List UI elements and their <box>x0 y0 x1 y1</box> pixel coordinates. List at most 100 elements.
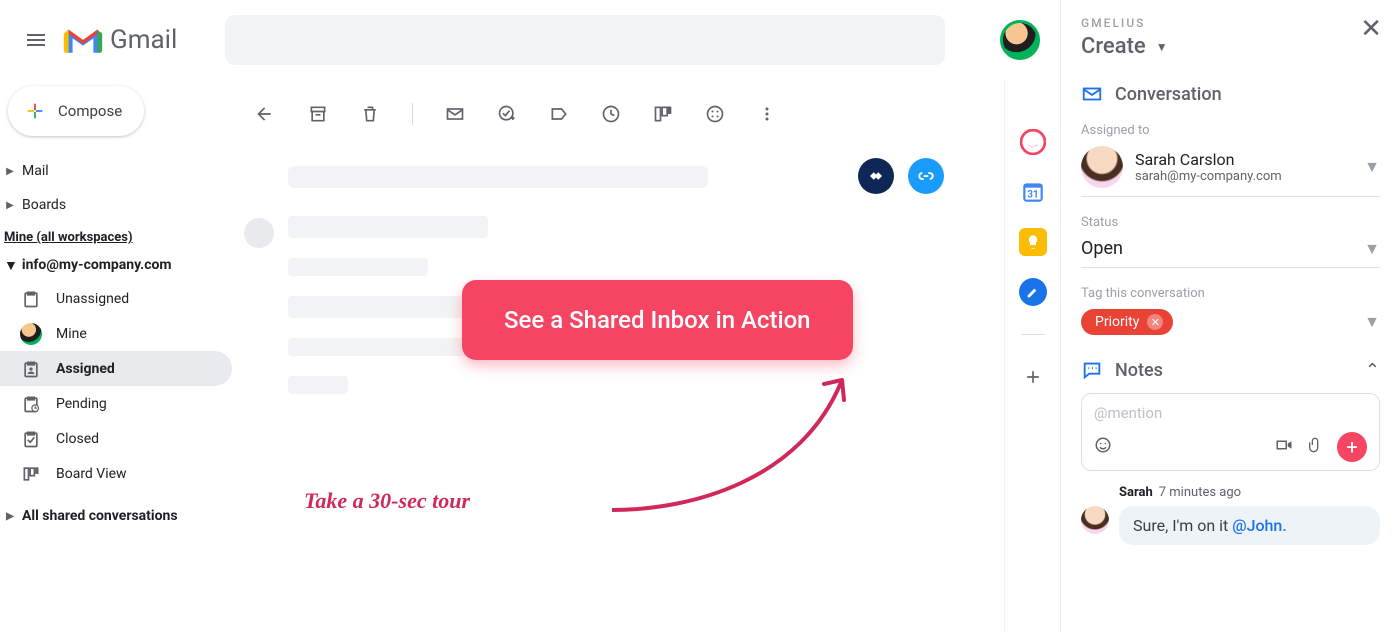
caret-down-icon: ▼ <box>1364 157 1380 177</box>
search-input[interactable] <box>225 15 945 65</box>
clipboard-check-icon <box>20 428 42 450</box>
plus-icon <box>1023 367 1043 387</box>
add-task-button[interactable] <box>495 102 519 126</box>
lightbulb-icon <box>1024 233 1042 251</box>
clipboard-clock-icon <box>20 393 42 415</box>
integration-chip-1[interactable] <box>858 158 894 194</box>
note-bubble: Sure, I'm on it @John. <box>1119 506 1380 545</box>
status-value: Open <box>1081 238 1123 259</box>
arrow-left-icon <box>254 104 274 124</box>
compose-plus-icon <box>24 100 46 122</box>
kanban-icon <box>653 104 673 124</box>
caret-down-icon: ▼ <box>1364 239 1380 259</box>
cta-button[interactable]: See a Shared Inbox in Action <box>462 280 853 360</box>
message-toolbar <box>232 90 1004 138</box>
palette-icon <box>705 104 725 124</box>
compose-label: Compose <box>58 102 122 120</box>
smile-icon <box>1094 436 1112 454</box>
tour-note: Take a 30-sec tour <box>304 488 470 514</box>
link-icon <box>917 167 935 185</box>
caret-down-icon: ▼ <box>1364 312 1380 332</box>
mark-unread-button[interactable] <box>443 102 467 126</box>
sidebar-item-assigned[interactable]: Assigned <box>0 351 232 386</box>
tag-remove-button[interactable]: ✕ <box>1147 314 1163 330</box>
assignee-dropdown[interactable]: Sarah Carslon sarah@my-company.com ▼ <box>1081 138 1380 197</box>
archive-icon <box>308 104 328 124</box>
snooze-button[interactable] <box>599 102 623 126</box>
main-menu-button[interactable] <box>16 20 56 60</box>
rail-keep[interactable] <box>1019 228 1047 256</box>
envelope-icon <box>445 104 465 124</box>
sidebar-item-unassigned[interactable]: Unassigned <box>0 281 232 316</box>
assignee-avatar <box>1081 146 1123 188</box>
board-button[interactable] <box>651 102 675 126</box>
envelope-icon <box>1081 83 1103 105</box>
tag-dropdown[interactable]: Priority ✕ ▼ <box>1081 301 1380 343</box>
caret-down-icon: ▼ <box>1156 40 1168 54</box>
rail-separator <box>1021 334 1045 335</box>
assigned-label: Assigned to <box>1081 123 1380 138</box>
label-icon <box>549 104 569 124</box>
more-button[interactable] <box>755 102 779 126</box>
rail-tasks[interactable] <box>1019 278 1047 306</box>
reactions-button[interactable] <box>703 102 727 126</box>
rail-add[interactable] <box>1019 363 1047 391</box>
video-button[interactable] <box>1275 436 1293 458</box>
sidebar-item-board-view[interactable]: Board View <box>0 456 232 491</box>
notes-placeholder: @mention <box>1094 404 1367 422</box>
gmelius-close-button[interactable]: ✕ <box>1360 16 1382 42</box>
clipboard-user-icon <box>20 358 42 380</box>
user-avatar-icon <box>20 323 42 345</box>
pencil-icon <box>1025 284 1041 300</box>
nav-all-shared[interactable]: ▶ All shared conversations <box>0 499 232 533</box>
notes-input[interactable]: @mention + <box>1081 393 1380 471</box>
gmelius-brand: GMELIUS <box>1081 16 1168 30</box>
gmail-logo[interactable]: Gmail <box>62 24 177 56</box>
calendar-icon: 31 <box>1020 179 1046 205</box>
cta-button-label: See a Shared Inbox in Action <box>504 306 811 334</box>
nav-mail[interactable]: ▶ Mail <box>0 154 232 188</box>
emoji-button[interactable] <box>1094 436 1112 458</box>
clock-icon <box>601 104 621 124</box>
rail-gmelius[interactable] <box>1019 128 1047 156</box>
nav-boards[interactable]: ▶ Boards <box>0 188 232 222</box>
gmelius-create-dropdown[interactable]: Create ▼ <box>1081 34 1168 59</box>
caret-right-icon: ▶ <box>4 166 16 177</box>
assignee-name: Sarah Carslon <box>1135 150 1282 169</box>
compose-button[interactable]: Compose <box>8 86 144 136</box>
sidebar-item-mine[interactable]: Mine <box>0 316 232 351</box>
note-mention[interactable]: @John. <box>1232 516 1287 535</box>
assignee-email: sarah@my-company.com <box>1135 169 1282 184</box>
gmail-wordmark: Gmail <box>110 25 177 55</box>
add-note-button[interactable]: + <box>1337 432 1367 462</box>
caret-down-icon: ▼ <box>4 257 18 274</box>
note-author-avatar <box>1081 506 1109 534</box>
gmelius-icon <box>1020 129 1046 155</box>
back-button[interactable] <box>252 102 276 126</box>
account-avatar[interactable] <box>1000 20 1040 60</box>
attach-button[interactable] <box>1307 436 1323 458</box>
label-button[interactable] <box>547 102 571 126</box>
more-vertical-icon <box>757 104 777 124</box>
delete-button[interactable] <box>358 102 382 126</box>
archive-button[interactable] <box>306 102 330 126</box>
rail-calendar[interactable]: 31 <box>1019 178 1047 206</box>
integration-chip-2[interactable] <box>908 158 944 194</box>
sidebar-item-closed[interactable]: Closed <box>0 421 232 456</box>
sidebar-item-pending[interactable]: Pending <box>0 386 232 421</box>
chat-icon <box>1081 359 1103 381</box>
collapse-notes-button[interactable]: ⌃ <box>1365 360 1380 381</box>
inbox-group-header[interactable]: ▼ info@my-company.com <box>0 249 232 281</box>
conversation-section-title: Conversation <box>1081 83 1380 105</box>
status-dropdown[interactable]: Open ▼ <box>1081 230 1380 268</box>
caret-right-icon: ▶ <box>4 511 16 522</box>
status-label: Status <box>1081 215 1380 230</box>
trash-icon <box>360 104 380 124</box>
video-icon <box>1275 436 1293 454</box>
paperclip-icon <box>1307 436 1323 454</box>
handshake-icon <box>867 167 885 185</box>
toolbar-separator <box>412 103 413 125</box>
hamburger-icon <box>24 28 48 52</box>
check-plus-icon <box>497 104 517 124</box>
svg-text:31: 31 <box>1027 189 1038 200</box>
